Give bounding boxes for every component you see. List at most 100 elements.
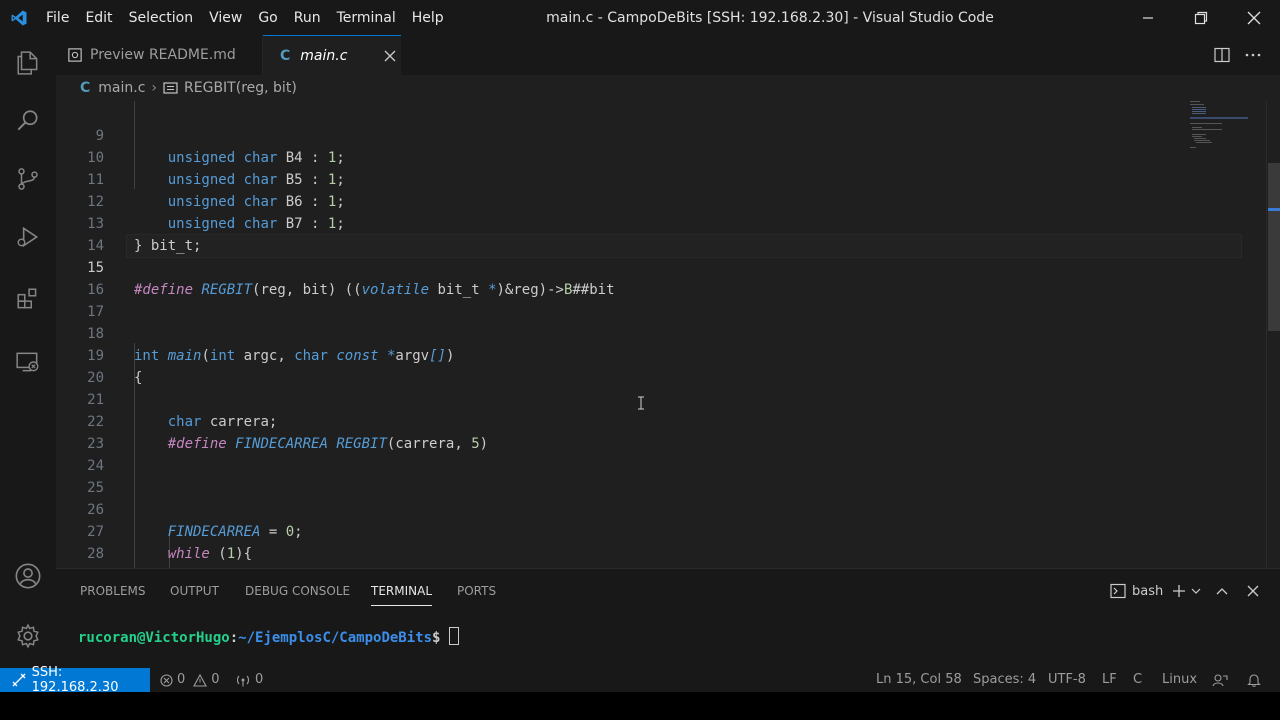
prompt-path: ~/EjemplosC/CampoDeBits	[238, 630, 433, 646]
breadcrumb-file[interactable]: main.c	[98, 80, 145, 96]
split-editor-icon[interactable]	[1214, 47, 1230, 67]
chevron-down-icon[interactable]	[1191, 588, 1201, 596]
editor-tabs: Preview README.md C main.c	[56, 35, 1280, 75]
cursor-position[interactable]: Ln 15, Col 58	[876, 668, 962, 692]
terminal-icon	[1110, 583, 1126, 599]
remote-icon	[12, 673, 26, 687]
more-actions-icon[interactable]	[1244, 47, 1262, 67]
menu-go[interactable]: Go	[250, 10, 285, 26]
symbol-icon	[163, 82, 178, 94]
panel-tab-ports[interactable]: PORTS	[457, 569, 496, 614]
terminal-output[interactable]: rucoran@VictorHugo:~/EjemplosC/CampoDeBi…	[78, 627, 459, 646]
tab-label: main.c	[300, 47, 348, 64]
title-bar: File Edit Selection View Go Run Terminal…	[0, 0, 1280, 35]
code-line: 10 unsigned char B5 : 1;	[56, 125, 1196, 188]
extensions-icon[interactable]	[0, 275, 56, 323]
tab-preview-readme[interactable]: Preview README.md	[56, 35, 263, 75]
ports-indicator[interactable]: 0	[236, 668, 263, 692]
mouse-ibeam-icon	[638, 396, 644, 410]
code-line: 24	[56, 433, 1196, 474]
prompt-user: rucoran@VictorHugo	[78, 630, 230, 646]
panel-tab-output[interactable]: OUTPUT	[170, 569, 219, 614]
breadcrumb: C main.c › REGBIT(reg, bit)	[56, 75, 1280, 101]
os-indicator[interactable]: Linux	[1162, 668, 1197, 692]
vscode-logo-icon[interactable]	[0, 0, 38, 35]
terminal-shell-name: bash	[1132, 583, 1164, 599]
code-line: 27 while (1){	[56, 499, 1196, 562]
code-editor[interactable]: 9 unsigned char B4 : 1; 10 unsigned char…	[56, 101, 1280, 568]
remote-indicator[interactable]: SSH: 192.168.2.30	[0, 665, 150, 695]
code-line: 29 if (FINDECARREA)	[56, 543, 1196, 565]
menu-run[interactable]: Run	[286, 10, 329, 26]
terminal-cursor	[448, 627, 459, 645]
panel-tab-problems[interactable]: PROBLEMS	[80, 569, 146, 614]
code-line: 26 FINDECARREA = 0;	[56, 477, 1196, 540]
code-line: 18 int main(int argc, char const *argv[]…	[56, 301, 1196, 364]
run-debug-icon[interactable]	[0, 213, 56, 261]
minimap[interactable]	[1186, 101, 1266, 568]
language-mode[interactable]: C	[1133, 668, 1142, 692]
warning-count: 0	[211, 672, 220, 687]
code-line: 16	[56, 257, 1196, 298]
remote-explorer-icon[interactable]	[0, 338, 56, 386]
minimize-button[interactable]	[1122, 0, 1174, 35]
bottom-panel: PROBLEMS OUTPUT DEBUG CONSOLE TERMINAL P…	[56, 568, 1280, 669]
error-icon	[160, 673, 173, 687]
status-bar: SSH: 192.168.2.30 0 0 0 Ln 15, Col 58 Sp…	[0, 665, 1280, 695]
menu-view[interactable]: View	[201, 10, 250, 26]
code-line: 9 unsigned char B4 : 1;	[56, 103, 1196, 166]
prompt-separator: :	[229, 630, 239, 646]
code-line: 28 FINDECARREA ^=1;	[56, 521, 1196, 562]
menu-edit[interactable]: Edit	[77, 10, 120, 26]
tab-main-c[interactable]: C main.c	[263, 35, 401, 75]
code-line: 11 unsigned char B6 : 1;	[56, 147, 1196, 210]
feedback-icon[interactable]	[1212, 673, 1228, 687]
close-icon	[1247, 11, 1261, 24]
restore-icon	[1194, 11, 1208, 24]
source-control-icon[interactable]	[0, 155, 56, 203]
minimize-icon	[1143, 16, 1153, 19]
menu-selection[interactable]: Selection	[121, 10, 202, 26]
code-line: 13 } bit_t;	[56, 191, 1196, 254]
explorer-icon[interactable]	[0, 39, 56, 87]
add-terminal-icon[interactable]	[1172, 584, 1186, 598]
menu-file[interactable]: File	[38, 10, 77, 26]
account-icon[interactable]	[0, 552, 56, 600]
vertical-scrollbar[interactable]	[1266, 101, 1280, 568]
prompt-end: $	[432, 630, 449, 646]
menu-help[interactable]: Help	[404, 10, 452, 26]
notifications-bell-icon[interactable]	[1247, 673, 1261, 687]
settings-gear-icon[interactable]	[0, 612, 56, 660]
screen-bottom-border	[0, 692, 1280, 720]
close-tab-icon[interactable]	[384, 50, 396, 62]
code-line: 20	[56, 345, 1196, 386]
terminal-selector[interactable]: bash	[1110, 583, 1163, 599]
line-ending[interactable]: LF	[1102, 668, 1117, 692]
indentation[interactable]: Spaces: 4	[973, 668, 1036, 692]
breadcrumb-symbol[interactable]: REGBIT(reg, bit)	[184, 80, 297, 96]
panel-tab-debug-console[interactable]: DEBUG CONSOLE	[245, 569, 350, 614]
error-count: 0	[177, 672, 186, 687]
scrollbar-thumb[interactable]	[1268, 163, 1280, 331]
encoding[interactable]: UTF-8	[1048, 668, 1086, 692]
antenna-icon	[236, 675, 250, 686]
maximize-panel-icon[interactable]	[1216, 586, 1228, 596]
problems-indicator[interactable]: 0 0	[160, 668, 220, 692]
code-line: 25	[56, 455, 1196, 496]
close-window-button[interactable]	[1228, 0, 1280, 35]
code-line: 17	[56, 279, 1196, 320]
ports-count: 0	[255, 672, 264, 687]
preview-icon	[68, 48, 82, 62]
remote-label: SSH: 192.168.2.30	[31, 665, 119, 695]
code-line: 12 unsigned char B7 : 1;	[56, 169, 1196, 232]
close-panel-icon[interactable]	[1247, 585, 1259, 597]
chevron-right-icon: ›	[151, 80, 158, 96]
search-icon[interactable]	[0, 97, 56, 145]
panel-tab-terminal[interactable]: TERMINAL	[371, 569, 433, 614]
menu-terminal[interactable]: Terminal	[329, 10, 404, 26]
restore-button[interactable]	[1175, 0, 1227, 35]
warning-icon	[193, 673, 208, 687]
code-line: 21 char carrera;	[56, 367, 1196, 430]
code-line-current: 15 #define REGBIT(reg, bit) ((volatile b…	[56, 235, 1196, 298]
activity-bar	[0, 35, 56, 668]
